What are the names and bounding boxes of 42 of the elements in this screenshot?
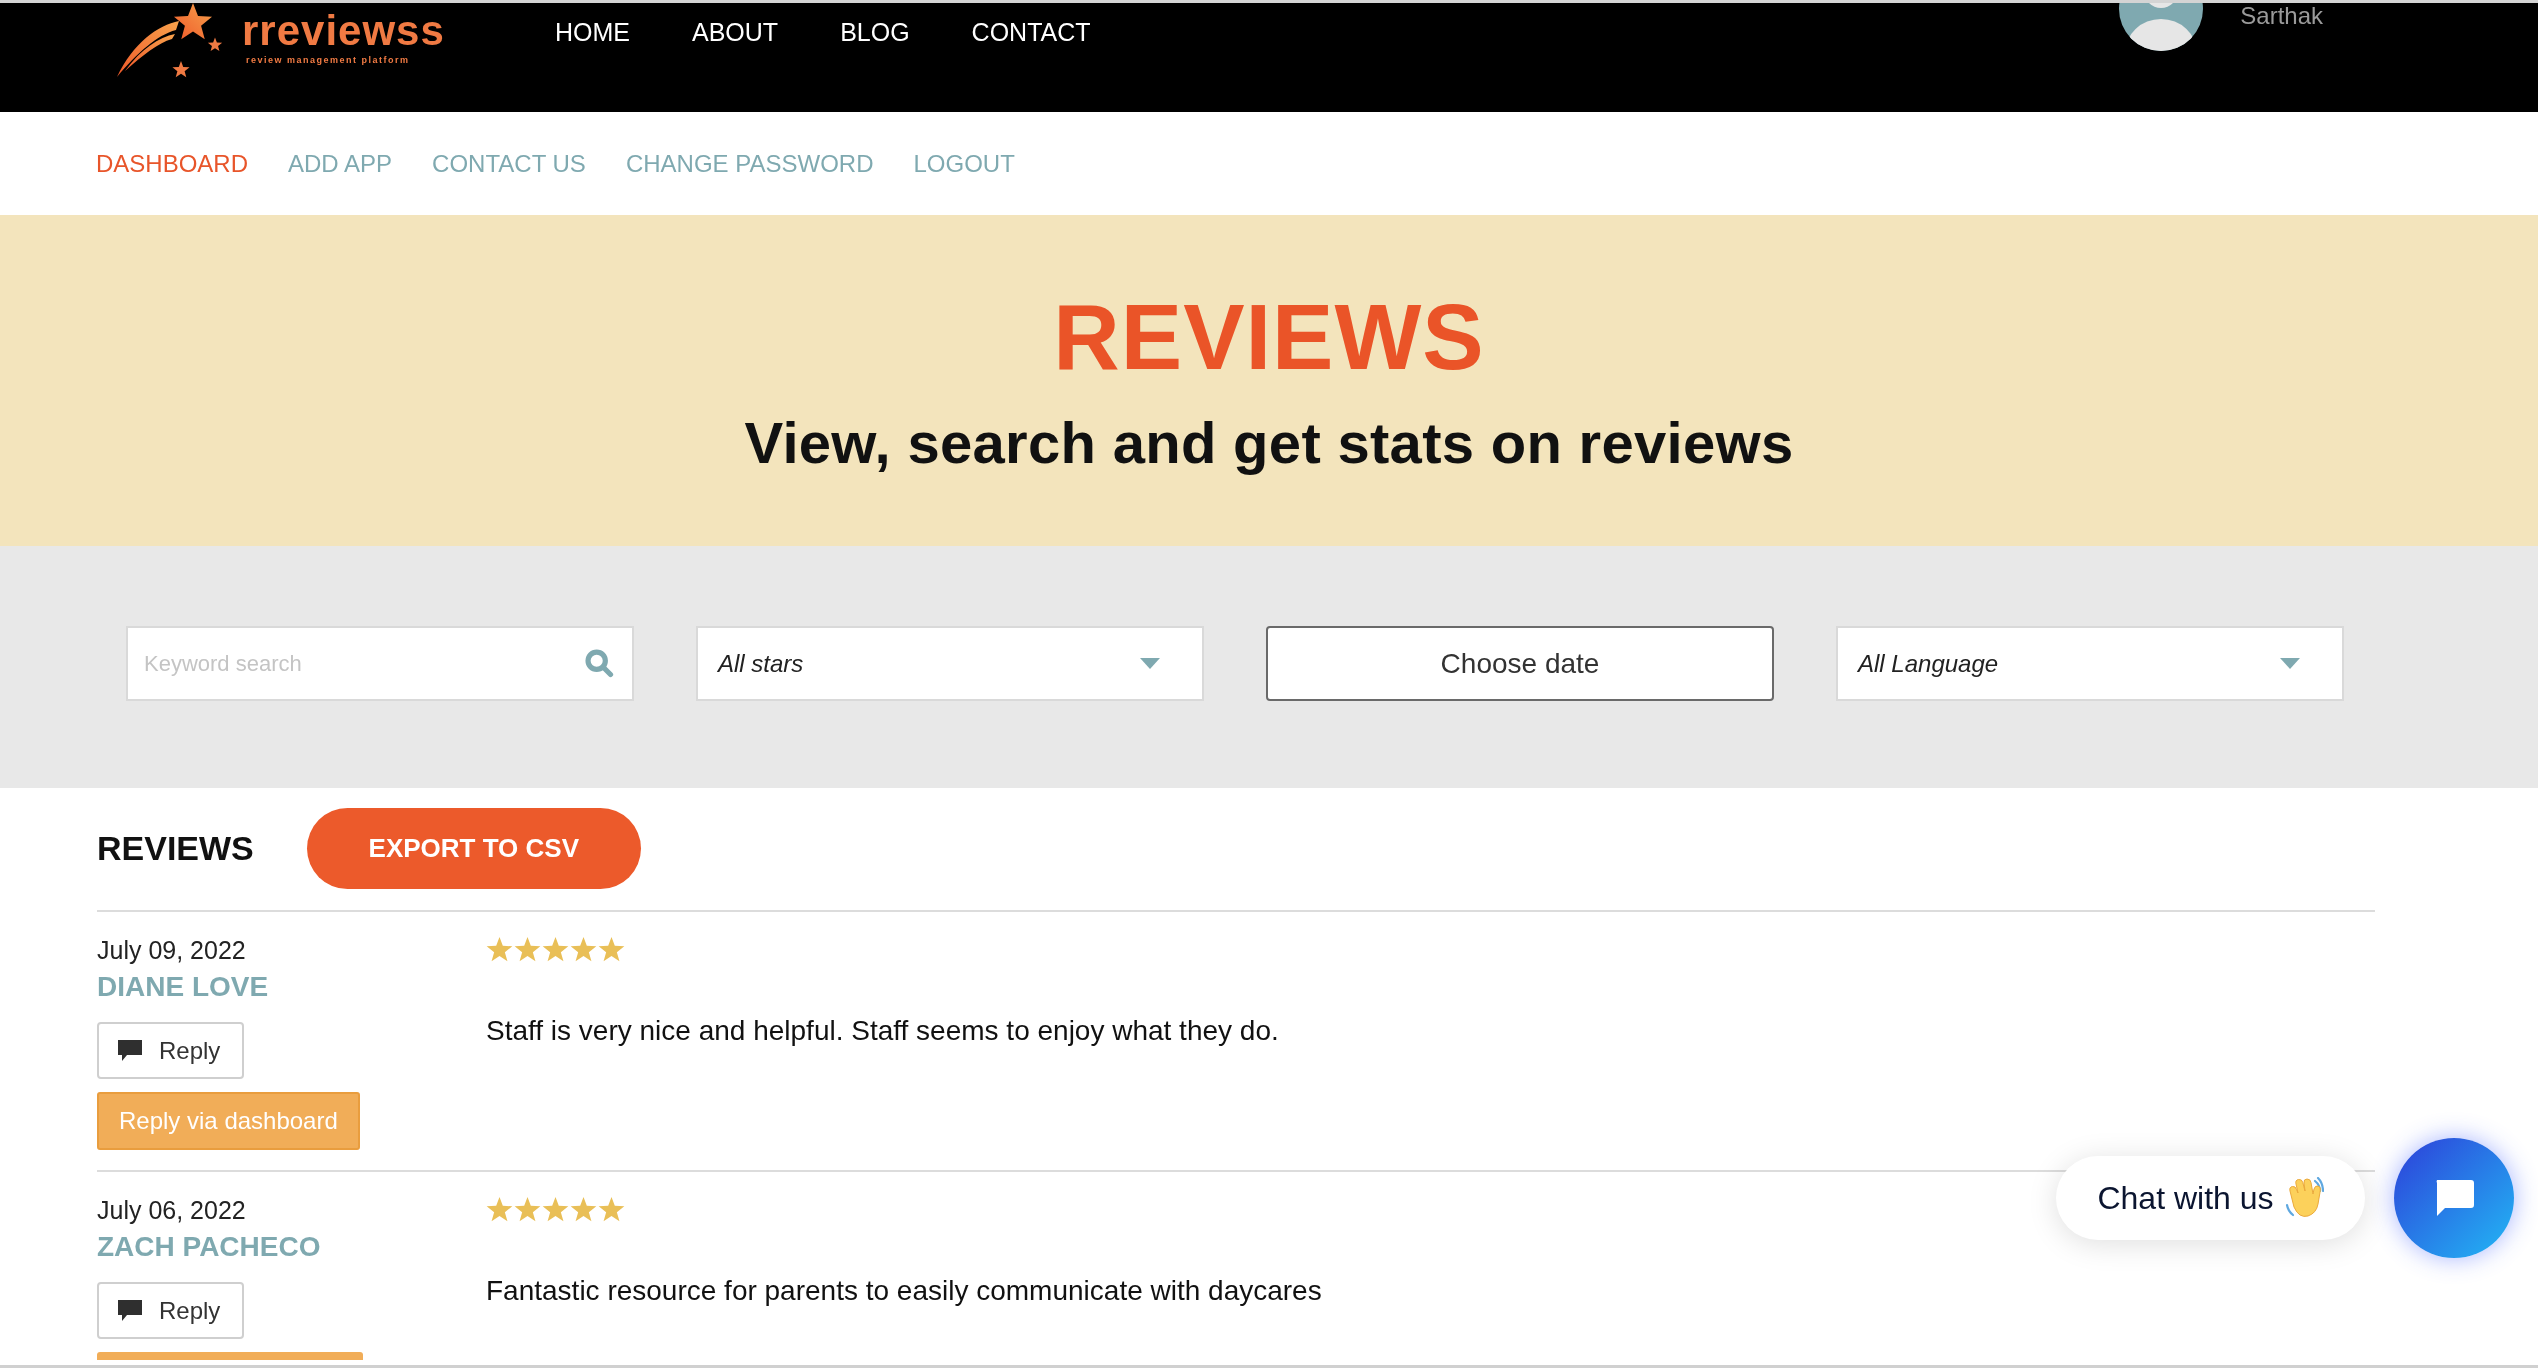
user-name[interactable]: Sarthak	[2240, 3, 2323, 29]
speech-bubble-icon	[117, 1298, 143, 1323]
section-heading: REVIEWS	[97, 829, 254, 868]
star-icon	[542, 1196, 569, 1223]
page-subtitle: View, search and get stats on reviews	[744, 409, 1794, 477]
avatar-icon[interactable]	[2119, 3, 2204, 51]
nav-link[interactable]: BLOG	[840, 17, 910, 47]
nav-link[interactable]: CONTACT	[971, 17, 1091, 47]
reply-button[interactable]: Reply	[97, 1022, 244, 1079]
star-icon	[598, 936, 625, 963]
page-title: REVIEWS	[1053, 291, 1485, 383]
logo-tagline: review management platform	[245, 55, 410, 65]
star-icon	[486, 936, 513, 963]
nav-link[interactable]: ABOUT	[692, 17, 779, 47]
review-text: Staff is very nice and helpful. Staff seems to enjoy what they do.	[486, 1014, 1279, 1048]
review-date: July 06, 2022	[97, 1195, 246, 1226]
speech-bubble-icon	[117, 1038, 143, 1063]
subnav-link[interactable]: DASHBOARD	[96, 149, 249, 178]
chat-button[interactable]	[2394, 1138, 2514, 1258]
star-icon	[486, 1196, 513, 1223]
star-icon	[598, 1196, 625, 1223]
star-icon	[570, 936, 597, 963]
caret-icon	[2280, 658, 2300, 669]
nav-link[interactable]: HOME	[555, 17, 630, 47]
star-icon	[542, 936, 569, 963]
review-date: July 09, 2022	[97, 935, 246, 966]
search-icon[interactable]	[584, 648, 614, 678]
logo-text: rreviewss	[242, 11, 445, 51]
dropdown-select[interactable]: All Language	[1836, 626, 2344, 701]
dropdown-select[interactable]: All stars	[696, 626, 1204, 701]
waving-hand-icon	[2283, 1177, 2324, 1219]
star-icon	[514, 936, 541, 963]
chat-with-us-button[interactable]: Chat with us	[2056, 1156, 2365, 1240]
date-picker-button[interactable]: Choose date	[1266, 626, 1774, 701]
star-icon	[570, 1196, 597, 1223]
reviewer-name: ZACH PACHECO	[97, 1230, 321, 1264]
review-text: Fantastic resource for parents to easily communicate with daycares	[486, 1274, 1322, 1308]
search-field[interactable]: Keyword search	[126, 626, 634, 701]
reviewer-name: DIANE LOVE	[97, 970, 269, 1004]
caret-icon	[1140, 658, 1160, 669]
star-icon	[514, 1196, 541, 1223]
reply-button[interactable]: Reply	[97, 1282, 244, 1339]
